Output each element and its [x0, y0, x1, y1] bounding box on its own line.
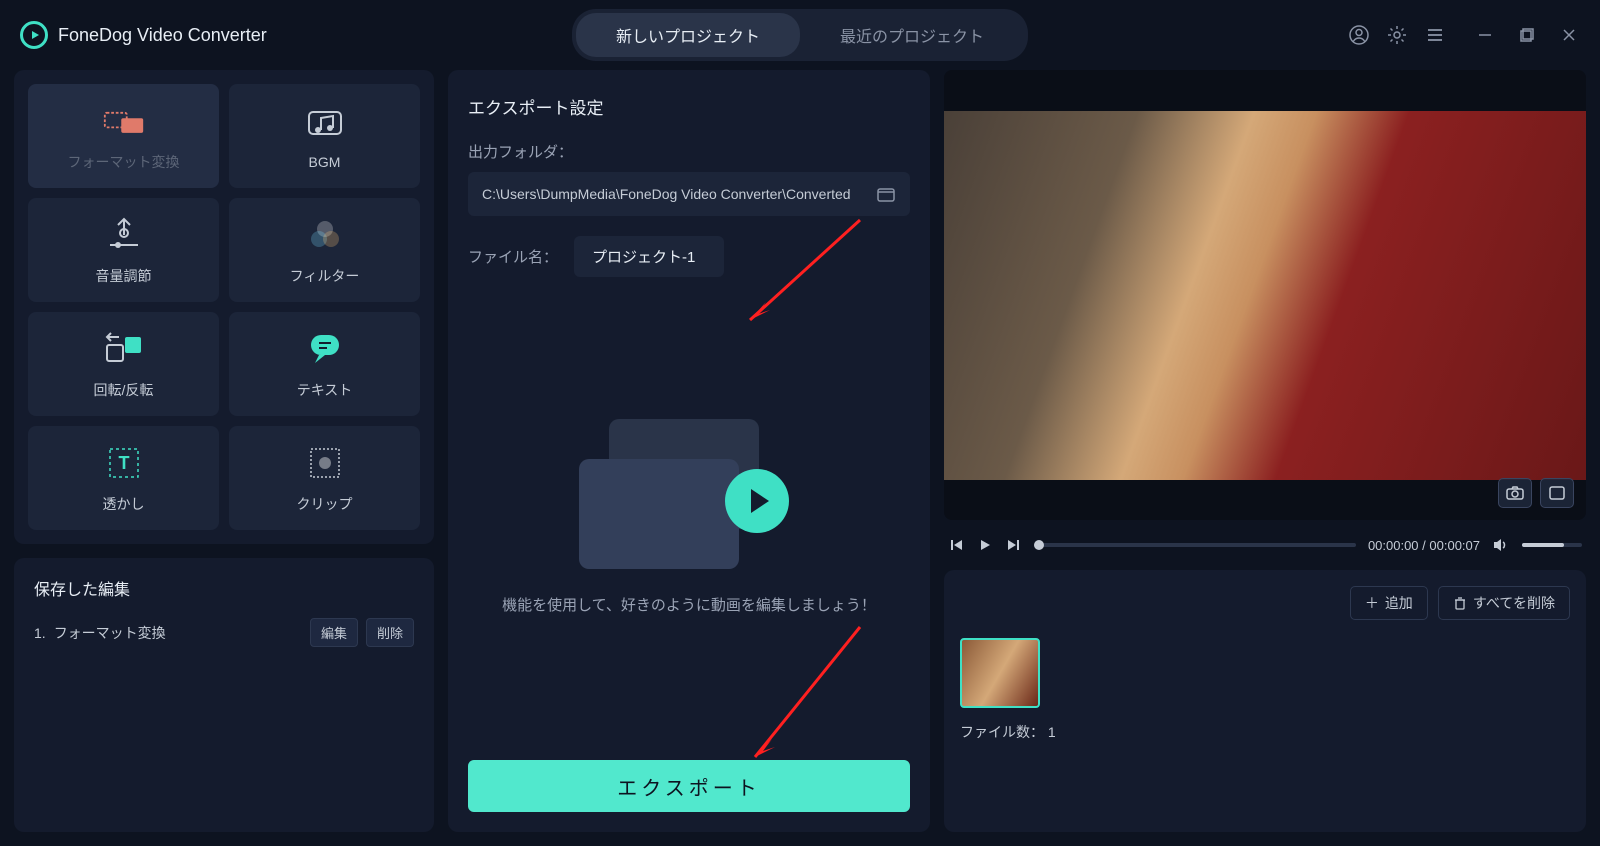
tool-label: 回転/反転 — [94, 380, 154, 400]
delete-saved-button[interactable]: 削除 — [366, 618, 414, 647]
seek-bar[interactable] — [1034, 543, 1356, 547]
edit-saved-button[interactable]: 編集 — [310, 618, 358, 647]
delete-all-button[interactable]: すべてを削除 — [1438, 586, 1570, 620]
tool-label: BGM — [309, 154, 341, 170]
prev-frame-icon[interactable] — [948, 536, 966, 554]
tool-clip[interactable]: クリップ — [229, 426, 420, 530]
play-illustration-icon — [725, 469, 789, 533]
fullscreen-icon[interactable] — [1540, 478, 1574, 508]
volume-icon — [103, 214, 145, 256]
export-button[interactable]: エクスポート — [468, 760, 910, 812]
tool-filter[interactable]: フィルター — [229, 198, 420, 302]
output-folder-field[interactable]: C:\Users\DumpMedia\FoneDog Video Convert… — [468, 172, 910, 216]
saved-edit-row: 1. フォーマット変換 編集 削除 — [34, 618, 414, 647]
preview-frame — [944, 111, 1586, 480]
play-icon[interactable] — [976, 536, 994, 554]
format-convert-icon — [103, 100, 145, 142]
time-display: 00:00:00 / 00:00:07 — [1368, 538, 1480, 553]
volume-icon[interactable] — [1492, 536, 1510, 554]
files-panel: ＋追加 すべてを削除 ファイル数： 1 — [944, 570, 1586, 832]
bgm-icon — [304, 102, 346, 144]
file-thumbnails — [960, 638, 1570, 708]
tab-recent-projects[interactable]: 最近のプロジェクト — [800, 13, 1024, 57]
window-controls — [1474, 24, 1580, 46]
text-icon — [304, 328, 346, 370]
saved-index: 1. — [34, 625, 46, 641]
tool-bgm[interactable]: BGM — [229, 84, 420, 188]
account-icon[interactable] — [1348, 24, 1370, 46]
main-area: フォーマット変換 BGM 音量調節 フィルター 回転/反転 — [0, 70, 1600, 846]
tool-watermark[interactable]: T 透かし — [28, 426, 219, 530]
edit-hint-text: 機能を使用して、好きのように動画を編集しましょう！ — [502, 593, 876, 619]
tool-label: テキスト — [297, 380, 353, 400]
minimize-icon[interactable] — [1474, 24, 1496, 46]
rotate-icon — [103, 328, 145, 370]
tools-panel: フォーマット変換 BGM 音量調節 フィルター 回転/反転 — [14, 70, 434, 544]
output-folder-label: 出力フォルダ： — [468, 141, 910, 162]
tool-label: フォーマット変換 — [68, 152, 180, 172]
filename-input[interactable]: プロジェクト-1 — [574, 236, 724, 277]
filename-row: ファイル名： プロジェクト-1 — [468, 236, 910, 277]
video-preview[interactable] — [944, 70, 1586, 520]
tool-label: クリップ — [297, 494, 353, 514]
menu-icon[interactable] — [1424, 24, 1446, 46]
next-frame-icon[interactable] — [1004, 536, 1022, 554]
app-title: FoneDog Video Converter — [58, 25, 267, 46]
watermark-icon: T — [103, 442, 145, 484]
player-controls: 00:00:00 / 00:00:07 — [944, 530, 1586, 560]
logo-icon — [20, 21, 48, 49]
settings-icon[interactable] — [1386, 24, 1408, 46]
left-column: フォーマット変換 BGM 音量調節 フィルター 回転/反転 — [14, 70, 434, 832]
titlebar-actions — [1348, 24, 1580, 46]
project-tabs: 新しいプロジェクト 最近のプロジェクト — [572, 9, 1028, 61]
snapshot-icon[interactable] — [1498, 478, 1532, 508]
saved-edits-panel: 保存した編集 1. フォーマット変換 編集 削除 — [14, 558, 434, 832]
close-icon[interactable] — [1558, 24, 1580, 46]
file-thumbnail[interactable] — [960, 638, 1040, 708]
filter-icon — [304, 214, 346, 256]
filename-label: ファイル名： — [468, 246, 558, 267]
tool-label: 音量調節 — [96, 266, 152, 286]
right-column: 00:00:00 / 00:00:07 ＋追加 すべてを削除 ファイル数： 1 — [944, 70, 1586, 832]
saved-edits-title: 保存した編集 — [34, 576, 414, 600]
tool-format-convert[interactable]: フォーマット変換 — [28, 84, 219, 188]
maximize-icon[interactable] — [1516, 24, 1538, 46]
file-count: ファイル数： 1 — [960, 722, 1570, 742]
tool-label: 透かし — [103, 494, 145, 514]
svg-text:T: T — [118, 453, 129, 473]
tool-rotate[interactable]: 回転/反転 — [28, 312, 219, 416]
browse-folder-icon[interactable] — [876, 184, 896, 204]
add-file-button[interactable]: ＋追加 — [1350, 586, 1428, 620]
app-logo: FoneDog Video Converter — [20, 21, 267, 49]
tool-volume[interactable]: 音量調節 — [28, 198, 219, 302]
clip-icon — [304, 442, 346, 484]
tab-new-project[interactable]: 新しいプロジェクト — [576, 13, 800, 57]
export-section-title: エクスポート設定 — [468, 94, 910, 119]
tool-label: フィルター — [290, 266, 360, 286]
tool-text[interactable]: テキスト — [229, 312, 420, 416]
center-illustration: 機能を使用して、好きのように動画を編集しましょう！ — [468, 277, 910, 760]
volume-slider[interactable] — [1522, 543, 1582, 547]
output-folder-value: C:\Users\DumpMedia\FoneDog Video Convert… — [482, 186, 866, 202]
saved-edit-name: フォーマット変換 — [54, 623, 302, 643]
export-panel: エクスポート設定 出力フォルダ： C:\Users\DumpMedia\Fone… — [448, 70, 930, 832]
titlebar: FoneDog Video Converter 新しいプロジェクト 最近のプロジ… — [0, 0, 1600, 70]
